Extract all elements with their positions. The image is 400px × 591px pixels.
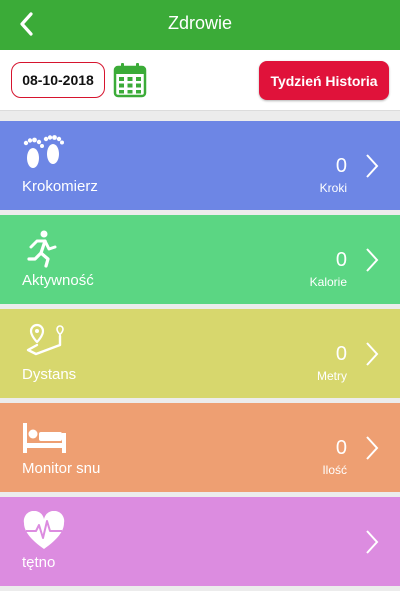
bed-icon bbox=[23, 423, 66, 453]
card-heart-rate[interactable]: tętno bbox=[0, 497, 400, 586]
card-sleep-monitor[interactable]: Monitor snu 0 Ilość bbox=[0, 403, 400, 492]
card-label: Dystans bbox=[22, 366, 77, 383]
card-activity[interactable]: Aktywność 0 Kalorie bbox=[0, 215, 400, 304]
health-card-list: Krokomierz 0 Kroki Aktywność 0 Kalorie D… bbox=[0, 121, 400, 591]
card-label: Krokomierz bbox=[22, 178, 98, 195]
app-header: Zdrowie bbox=[0, 0, 400, 50]
footprints-icon bbox=[23, 135, 64, 168]
card-label: tętno bbox=[22, 554, 56, 571]
card-unit: Ilość bbox=[322, 463, 347, 477]
calendar-icon[interactable] bbox=[113, 62, 147, 98]
card-unit: Metry bbox=[317, 369, 347, 383]
chevron-right-icon bbox=[366, 248, 379, 272]
chevron-right-icon bbox=[366, 530, 379, 554]
date-field[interactable]: 08-10-2018 bbox=[11, 62, 105, 98]
route-pin-icon bbox=[26, 323, 64, 356]
card-value: 0 bbox=[335, 155, 347, 177]
week-history-button[interactable]: Tydzień Historia bbox=[259, 61, 389, 100]
card-value: 0 bbox=[335, 437, 347, 459]
card-unit: Kroki bbox=[319, 181, 347, 195]
date-toolbar: 08-10-2018 Tydzień Historia bbox=[0, 50, 400, 111]
page-title: Zdrowie bbox=[167, 13, 233, 33]
chevron-right-icon bbox=[366, 342, 379, 366]
card-value: 0 bbox=[335, 249, 347, 271]
chevron-right-icon bbox=[366, 154, 379, 178]
card-pedometer[interactable]: Krokomierz 0 Kroki bbox=[0, 121, 400, 210]
card-unit: Kalorie bbox=[309, 275, 347, 289]
heart-pulse-icon bbox=[23, 511, 65, 549]
card-label: Aktywność bbox=[22, 272, 94, 289]
running-person-icon bbox=[27, 230, 57, 268]
chevron-right-icon bbox=[366, 436, 379, 460]
card-label: Monitor snu bbox=[22, 460, 101, 477]
card-distance[interactable]: Dystans 0 Metry bbox=[0, 309, 400, 398]
card-value: 0 bbox=[335, 343, 347, 365]
